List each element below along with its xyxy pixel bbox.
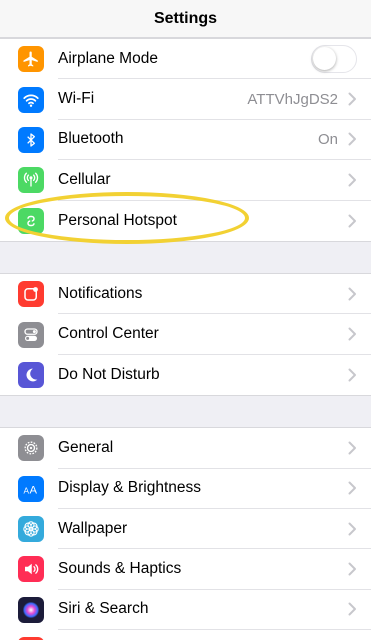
moon-icon — [18, 361, 44, 388]
airplane-icon — [18, 46, 44, 73]
chevron-right-icon — [348, 287, 357, 301]
gear-icon — [18, 435, 44, 462]
row-label: Personal Hotspot — [58, 211, 177, 229]
row-label: Cellular — [58, 170, 111, 188]
control-center-icon — [18, 321, 44, 348]
row-content: Wi-Fi ATTVhJgDS2 — [58, 79, 371, 120]
svg-text:A: A — [24, 486, 30, 495]
toggle-knob — [313, 46, 336, 70]
row-label: Notifications — [58, 284, 143, 302]
display-icon: AA — [18, 475, 44, 502]
chevron-right-icon — [348, 602, 357, 616]
settings-row-siri-and-search[interactable]: Siri & Search — [0, 590, 371, 631]
settings-row-sounds-and-haptics[interactable]: Sounds & Haptics — [0, 549, 371, 590]
page-title: Settings — [153, 9, 218, 27]
row-content: Display & Brightness — [58, 469, 371, 509]
row-content: Bluetooth On — [58, 120, 371, 161]
wallpaper-icon — [18, 516, 44, 543]
wifi-icon — [18, 86, 44, 113]
settings-list: Airplane Mode Wi-Fi ATTVhJgDS2 Bluetooth On C… — [0, 38, 371, 640]
settings-row-airplane-mode[interactable]: Airplane Mode — [0, 39, 371, 80]
row-label: Do Not Disturb — [58, 365, 160, 383]
settings-group: Notifications Control Center Do Not Distur… — [0, 272, 371, 397]
siri-icon — [18, 596, 44, 623]
row-label: Wi-Fi — [58, 90, 95, 108]
row-content: Airplane Mode — [58, 39, 371, 80]
row-value: On — [317, 130, 338, 148]
svg-text:A: A — [30, 484, 38, 496]
settings-row-general[interactable]: General — [0, 428, 371, 469]
nav-bar: Settings — [0, 0, 371, 38]
settings-row-wallpaper[interactable]: Wallpaper — [0, 509, 371, 550]
row-label: Wallpaper — [58, 519, 128, 537]
settings-group: General A A Display & Brightness Wallpaper So… — [0, 427, 371, 640]
settings-row-wi-fi[interactable]: Wi-Fi ATTVhJgDS2 — [0, 79, 371, 120]
settings-row-cellular[interactable]: Cellular — [0, 160, 371, 201]
settings-row-personal-hotspot[interactable]: Personal Hotspot — [0, 201, 371, 241]
chevron-right-icon — [348, 327, 357, 341]
row-label: Bluetooth — [58, 130, 124, 148]
settings-row-bluetooth[interactable]: Bluetooth On — [0, 120, 371, 161]
chevron-right-icon — [348, 132, 357, 146]
row-label: Sounds & Haptics — [58, 559, 182, 577]
row-value: ATTVhJgDS2 — [247, 90, 338, 108]
settings-row-do-not-disturb[interactable]: Do Not Disturb — [0, 355, 371, 395]
row-content: Notifications — [58, 274, 371, 315]
chevron-right-icon — [348, 368, 357, 382]
row-content: Personal Hotspot — [58, 201, 371, 241]
hotspot-icon — [18, 207, 44, 234]
notifications-icon — [18, 281, 44, 308]
cellular-icon — [18, 167, 44, 194]
chevron-right-icon — [348, 92, 357, 106]
row-content: Touch ID & Passcode — [58, 630, 371, 640]
settings-row-control-center[interactable]: Control Center — [0, 314, 371, 355]
row-content: General — [58, 428, 371, 469]
row-content: Cellular — [58, 160, 371, 201]
row-content: Siri & Search — [58, 590, 371, 631]
row-content: Sounds & Haptics — [58, 549, 371, 590]
row-label: Control Center — [58, 325, 159, 343]
settings-group: Airplane Mode Wi-Fi ATTVhJgDS2 Bluetooth On C… — [0, 38, 371, 242]
settings-row-touch-id-and-passcode[interactable]: Touch ID & Passcode — [0, 630, 371, 640]
row-content: Do Not Disturb — [58, 355, 371, 395]
row-label: General — [58, 438, 114, 456]
speaker-icon — [18, 556, 44, 583]
row-label: Display & Brightness — [58, 479, 202, 497]
settings-row-notifications[interactable]: Notifications — [0, 274, 371, 315]
row-content: Wallpaper — [58, 509, 371, 550]
chevron-right-icon — [348, 481, 357, 495]
row-label: Airplane Mode — [58, 49, 158, 67]
bluetooth-icon — [18, 126, 44, 153]
chevron-right-icon — [348, 522, 357, 536]
airplane-mode-toggle[interactable] — [311, 44, 357, 73]
settings-row-display-and-brightness[interactable]: A A Display & Brightness — [0, 469, 371, 509]
chevron-right-icon — [348, 441, 357, 455]
chevron-right-icon — [348, 173, 357, 187]
row-label: Siri & Search — [58, 600, 149, 618]
chevron-right-icon — [348, 562, 357, 576]
chevron-right-icon — [348, 214, 357, 228]
row-content: Control Center — [58, 314, 371, 355]
